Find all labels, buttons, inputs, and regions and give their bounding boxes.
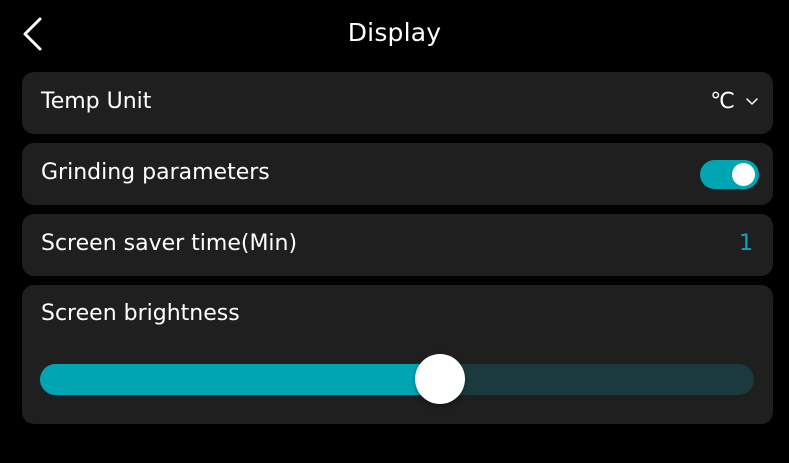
screen-saver-value[interactable]: 1 — [739, 231, 753, 256]
grinding-parameters-label: Grinding parameters — [41, 160, 270, 185]
grinding-parameters-row: Grinding parameters — [22, 143, 773, 205]
temp-unit-dropdown[interactable]: ℃ — [710, 89, 759, 114]
screen-saver-row[interactable]: Screen saver time(Min) 1 — [22, 214, 773, 276]
page-title: Display — [347, 18, 442, 47]
brightness-slider-fill — [40, 364, 440, 395]
temp-unit-value: ℃ — [710, 89, 735, 114]
temp-unit-row[interactable]: Temp Unit ℃ — [22, 72, 773, 134]
temp-unit-label: Temp Unit — [41, 89, 152, 114]
brightness-slider[interactable] — [40, 354, 754, 404]
header: Display — [0, 0, 789, 70]
screen-brightness-label: Screen brightness — [41, 301, 240, 326]
screen-saver-label: Screen saver time(Min) — [41, 231, 298, 256]
brightness-slider-thumb[interactable] — [414, 354, 465, 404]
toggle-knob — [732, 163, 755, 186]
chevron-down-icon — [746, 97, 758, 105]
grinding-parameters-toggle[interactable] — [700, 160, 759, 189]
screen-brightness-row: Screen brightness — [22, 285, 773, 424]
